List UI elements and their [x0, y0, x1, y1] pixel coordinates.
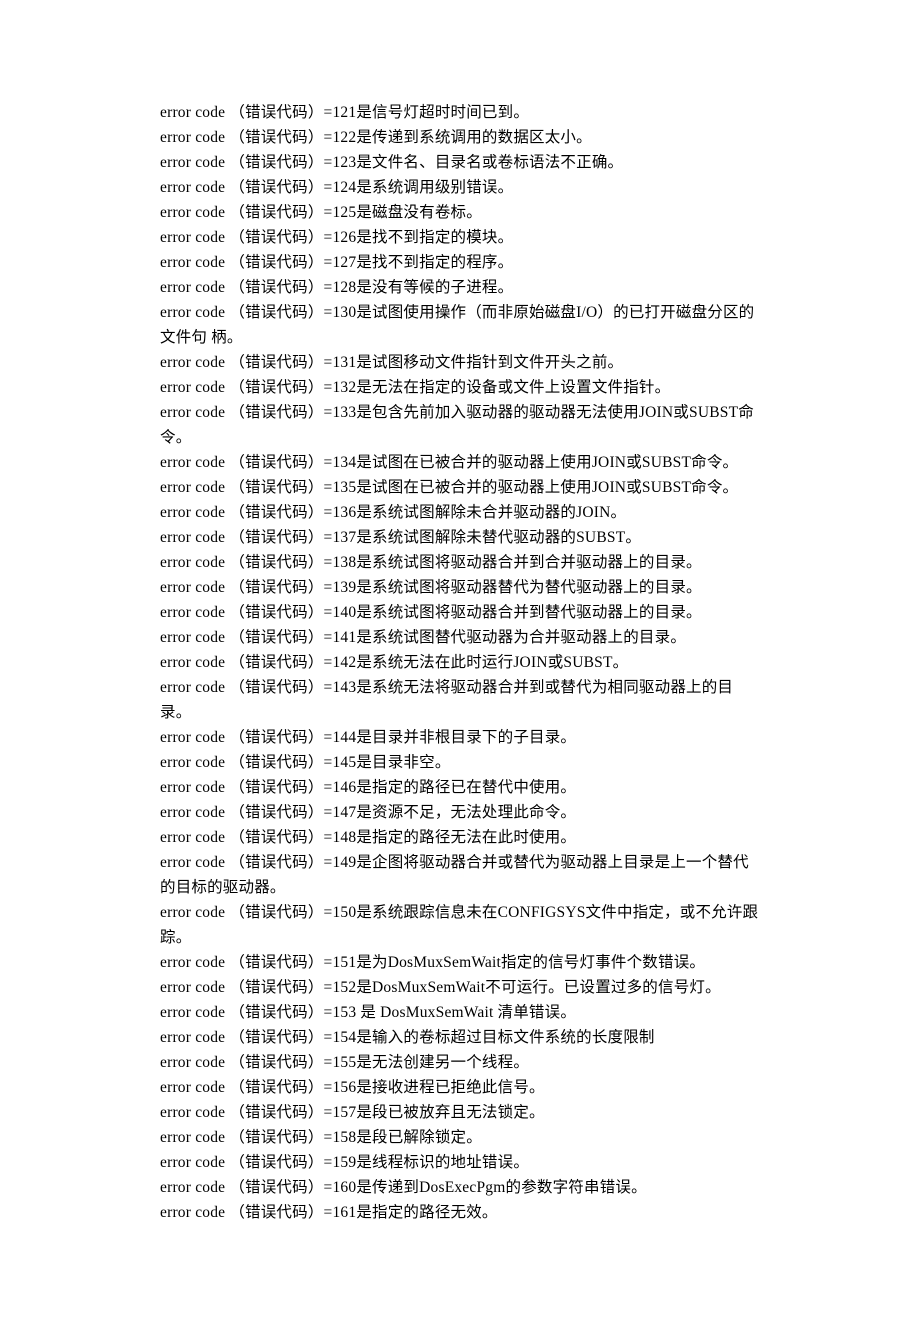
- error-code-line: error code （错误代码）=153 是 DosMuxSemWait 清单…: [160, 1000, 760, 1025]
- error-code-line: error code （错误代码）=155是无法创建另一个线程。: [160, 1050, 760, 1075]
- error-code-line: error code （错误代码）=127是找不到指定的程序。: [160, 250, 760, 275]
- error-code-line: error code （错误代码）=135是试图在已被合并的驱动器上使用JOIN…: [160, 475, 760, 525]
- error-code-line: error code （错误代码）=132是无法在指定的设备或文件上设置文件指针…: [160, 375, 760, 400]
- error-code-line: error code （错误代码）=147是资源不足，无法处理此命令。: [160, 800, 760, 825]
- error-code-line: error code （错误代码）=152是DosMuxSemWait不可运行。…: [160, 975, 760, 1000]
- error-code-list: error code （错误代码）=121是信号灯超时时间已到。error co…: [160, 100, 760, 1225]
- error-code-line: error code （错误代码）=130是试图使用操作（而非原始磁盘I/O）的…: [160, 300, 760, 350]
- error-code-line: error code （错误代码）=141是系统试图替代驱动器为合并驱动器上的目…: [160, 625, 760, 650]
- error-code-line: error code （错误代码）=157是段已被放弃且无法锁定。: [160, 1100, 760, 1125]
- error-code-line: error code （错误代码）=126是找不到指定的模块。: [160, 225, 760, 250]
- error-code-line: error code （错误代码）=142是系统无法在此时运行JOIN或SUBS…: [160, 650, 760, 675]
- error-code-line: error code （错误代码）=134是试图在已被合并的驱动器上使用JOIN…: [160, 450, 760, 475]
- error-code-line: error code （错误代码）=131是试图移动文件指针到文件开头之前。: [160, 350, 760, 375]
- error-code-line: error code （错误代码）=149是企图将驱动器合并或替代为驱动器上目录…: [160, 850, 760, 900]
- error-code-line: error code （错误代码）=128是没有等候的子进程。: [160, 275, 760, 300]
- error-code-line: error code （错误代码）=146是指定的路径已在替代中使用。: [160, 775, 760, 800]
- error-code-line: error code （错误代码）=145是目录非空。: [160, 750, 760, 775]
- error-code-line: error code （错误代码）=123是文件名、目录名或卷标语法不正确。: [160, 150, 760, 175]
- error-code-line: error code （错误代码）=124是系统调用级别错误。: [160, 175, 760, 200]
- error-code-line: error code （错误代码）=137是系统试图解除未替代驱动器的SUBST…: [160, 525, 760, 550]
- error-code-line: error code （错误代码）=159是线程标识的地址错误。: [160, 1150, 760, 1175]
- error-code-line: error code （错误代码）=161是指定的路径无效。: [160, 1200, 760, 1225]
- error-code-line: error code （错误代码）=122是传递到系统调用的数据区太小。: [160, 125, 760, 150]
- error-code-line: error code （错误代码）=143是系统无法将驱动器合并到或替代为相同驱…: [160, 675, 760, 725]
- error-code-line: error code （错误代码）=133是包含先前加入驱动器的驱动器无法使用J…: [160, 400, 760, 450]
- error-code-line: error code （错误代码）=154是输入的卷标超过目标文件系统的长度限制: [160, 1025, 760, 1050]
- error-code-line: error code （错误代码）=151是为DosMuxSemWait指定的信…: [160, 950, 760, 975]
- error-code-line: error code （错误代码）=160是传递到DosExecPgm的参数字符…: [160, 1175, 760, 1200]
- error-code-line: error code （错误代码）=150是系统跟踪信息未在CONFIGSYS文…: [160, 900, 760, 950]
- error-code-line: error code （错误代码）=139是系统试图将驱动器替代为替代驱动器上的…: [160, 575, 760, 600]
- error-code-line: error code （错误代码）=156是接收进程已拒绝此信号。: [160, 1075, 760, 1100]
- error-code-line: error code （错误代码）=158是段已解除锁定。: [160, 1125, 760, 1150]
- error-code-line: error code （错误代码）=144是目录并非根目录下的子目录。: [160, 725, 760, 750]
- error-code-line: error code （错误代码）=121是信号灯超时时间已到。: [160, 100, 760, 125]
- error-code-line: error code （错误代码）=140是系统试图将驱动器合并到替代驱动器上的…: [160, 600, 760, 625]
- document-page: error code （错误代码）=121是信号灯超时时间已到。error co…: [0, 0, 920, 1325]
- error-code-line: error code （错误代码）=148是指定的路径无法在此时使用。: [160, 825, 760, 850]
- error-code-line: error code （错误代码）=125是磁盘没有卷标。: [160, 200, 760, 225]
- error-code-line: error code （错误代码）=138是系统试图将驱动器合并到合并驱动器上的…: [160, 550, 760, 575]
